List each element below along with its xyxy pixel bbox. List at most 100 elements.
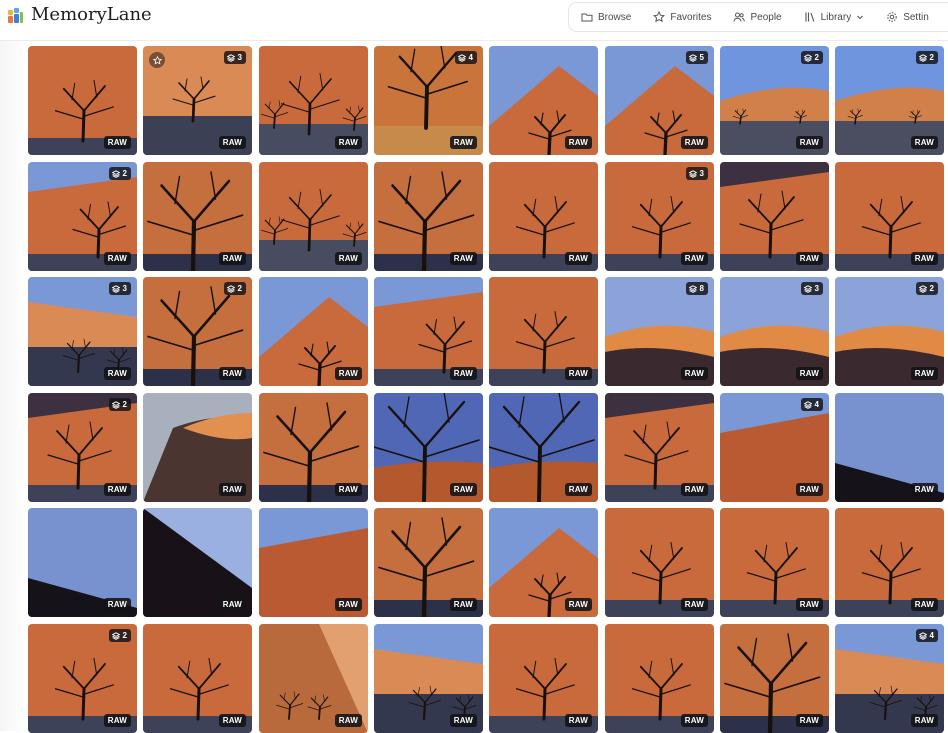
photo-thumbnail[interactable]: RAW xyxy=(259,393,368,502)
photo-thumbnail[interactable]: RAW xyxy=(28,508,137,617)
stack-count-badge: 2 xyxy=(915,51,938,64)
photo-thumbnail[interactable]: 4 RAW xyxy=(720,393,829,502)
nav-browse-label: Browse xyxy=(598,11,632,23)
nav-people-label: People xyxy=(750,11,782,23)
photo-thumbnail[interactable]: RAW xyxy=(259,624,368,733)
photo-thumbnail[interactable]: 2 RAW xyxy=(28,162,137,271)
layers-icon xyxy=(457,53,466,62)
photo-thumbnail[interactable]: 8 RAW xyxy=(605,277,714,386)
raw-badge: RAW xyxy=(103,714,131,727)
stack-count-badge: 8 xyxy=(685,282,708,295)
nav-favorites[interactable]: Favorites xyxy=(653,2,711,32)
photo-thumbnail[interactable]: RAW xyxy=(835,508,944,617)
stack-count-badge: 3 xyxy=(108,282,131,295)
photo-thumbnail[interactable]: RAW xyxy=(259,508,368,617)
photo-thumbnail[interactable]: RAW xyxy=(489,277,598,386)
people-icon xyxy=(733,11,746,23)
raw-badge: RAW xyxy=(795,252,823,265)
raw-badge: RAW xyxy=(680,252,708,265)
photo-thumbnail[interactable]: RAW xyxy=(143,162,252,271)
photo-thumbnail[interactable]: RAW xyxy=(143,393,252,502)
photo-thumbnail[interactable]: RAW xyxy=(143,508,252,617)
nav-library[interactable]: Library xyxy=(804,2,865,32)
raw-badge: RAW xyxy=(910,136,938,149)
photo-thumbnail[interactable]: RAW xyxy=(374,162,483,271)
raw-badge: RAW xyxy=(564,598,592,611)
photo-thumbnail[interactable]: 3 RAW xyxy=(143,46,252,155)
app-title: MemoryLane xyxy=(31,4,152,25)
stack-count: 5 xyxy=(699,53,704,62)
photo-thumbnail[interactable]: 2 RAW xyxy=(720,46,829,155)
photo-thumbnail[interactable]: RAW xyxy=(489,162,598,271)
library-icon xyxy=(804,11,816,23)
photo-thumbnail[interactable]: RAW xyxy=(489,393,598,502)
star-icon xyxy=(653,11,666,23)
raw-badge: RAW xyxy=(449,483,477,496)
raw-badge: RAW xyxy=(910,714,938,727)
photo-thumbnail[interactable]: RAW xyxy=(489,46,598,155)
raw-badge: RAW xyxy=(795,136,823,149)
photo-thumbnail[interactable]: 2 RAW xyxy=(835,46,944,155)
photo-thumbnail[interactable]: RAW xyxy=(605,508,714,617)
photo-thumbnail[interactable]: RAW xyxy=(720,162,829,271)
photo-thumbnail[interactable]: 2 RAW xyxy=(143,277,252,386)
layers-icon xyxy=(688,284,697,293)
photo-thumbnail[interactable]: RAW xyxy=(720,508,829,617)
raw-badge: RAW xyxy=(564,367,592,380)
stack-count-badge: 2 xyxy=(223,282,246,295)
stack-count-badge: 4 xyxy=(800,398,823,411)
photo-thumbnail[interactable]: RAW xyxy=(259,277,368,386)
raw-badge: RAW xyxy=(334,252,362,265)
raw-badge: RAW xyxy=(910,598,938,611)
photo-thumbnail[interactable]: 3 RAW xyxy=(28,277,137,386)
raw-badge: RAW xyxy=(795,714,823,727)
photo-thumbnail[interactable]: RAW xyxy=(374,508,483,617)
photo-thumbnail[interactable]: 2 RAW xyxy=(28,393,137,502)
raw-badge: RAW xyxy=(218,367,246,380)
layers-icon xyxy=(688,169,697,178)
photo-thumbnail[interactable]: RAW xyxy=(374,624,483,733)
raw-badge: RAW xyxy=(564,714,592,727)
photo-thumbnail[interactable]: RAW xyxy=(720,624,829,733)
photo-thumbnail[interactable]: RAW xyxy=(489,624,598,733)
nav-browse[interactable]: Browse xyxy=(581,2,631,32)
sidebar-shadow xyxy=(0,41,26,731)
photo-thumbnail[interactable]: RAW xyxy=(259,46,368,155)
raw-badge: RAW xyxy=(218,252,246,265)
photo-thumbnail[interactable]: RAW xyxy=(374,277,483,386)
stack-count: 2 xyxy=(237,284,242,293)
gear-icon xyxy=(886,11,898,23)
photo-thumbnail[interactable]: RAW xyxy=(605,624,714,733)
stack-count-badge: 3 xyxy=(800,282,823,295)
nav-people[interactable]: People xyxy=(733,2,782,32)
raw-badge: RAW xyxy=(910,252,938,265)
photo-thumbnail[interactable]: 4 RAW xyxy=(374,46,483,155)
photo-thumbnail[interactable]: RAW xyxy=(28,46,137,155)
photo-thumbnail[interactable]: RAW xyxy=(835,162,944,271)
photo-thumbnail[interactable]: RAW xyxy=(835,393,944,502)
layers-icon xyxy=(111,284,120,293)
raw-badge: RAW xyxy=(680,714,708,727)
photo-thumbnail[interactable]: 2 RAW xyxy=(835,277,944,386)
photo-thumbnail[interactable]: RAW xyxy=(489,508,598,617)
photo-thumbnail[interactable]: 4 RAW xyxy=(835,624,944,733)
raw-badge: RAW xyxy=(449,136,477,149)
stack-count: 3 xyxy=(237,53,242,62)
layers-icon xyxy=(803,284,812,293)
stack-count-badge: 4 xyxy=(454,51,477,64)
photo-thumbnail[interactable]: RAW xyxy=(374,393,483,502)
raw-badge: RAW xyxy=(334,367,362,380)
chevron-down-icon xyxy=(856,13,864,21)
photo-thumbnail[interactable]: RAW xyxy=(143,624,252,733)
raw-badge: RAW xyxy=(218,598,246,611)
favorite-star-icon[interactable] xyxy=(149,52,165,68)
photo-thumbnail[interactable]: 3 RAW xyxy=(605,162,714,271)
photo-thumbnail[interactable]: RAW xyxy=(605,393,714,502)
layers-icon xyxy=(111,631,120,640)
photo-thumbnail[interactable]: 2 RAW xyxy=(28,624,137,733)
photo-thumbnail[interactable]: 3 RAW xyxy=(720,277,829,386)
photo-thumbnail[interactable]: 5 RAW xyxy=(605,46,714,155)
nav-favorites-label: Favorites xyxy=(670,11,712,23)
photo-thumbnail[interactable]: RAW xyxy=(259,162,368,271)
nav-settings[interactable]: Settin xyxy=(886,2,929,32)
